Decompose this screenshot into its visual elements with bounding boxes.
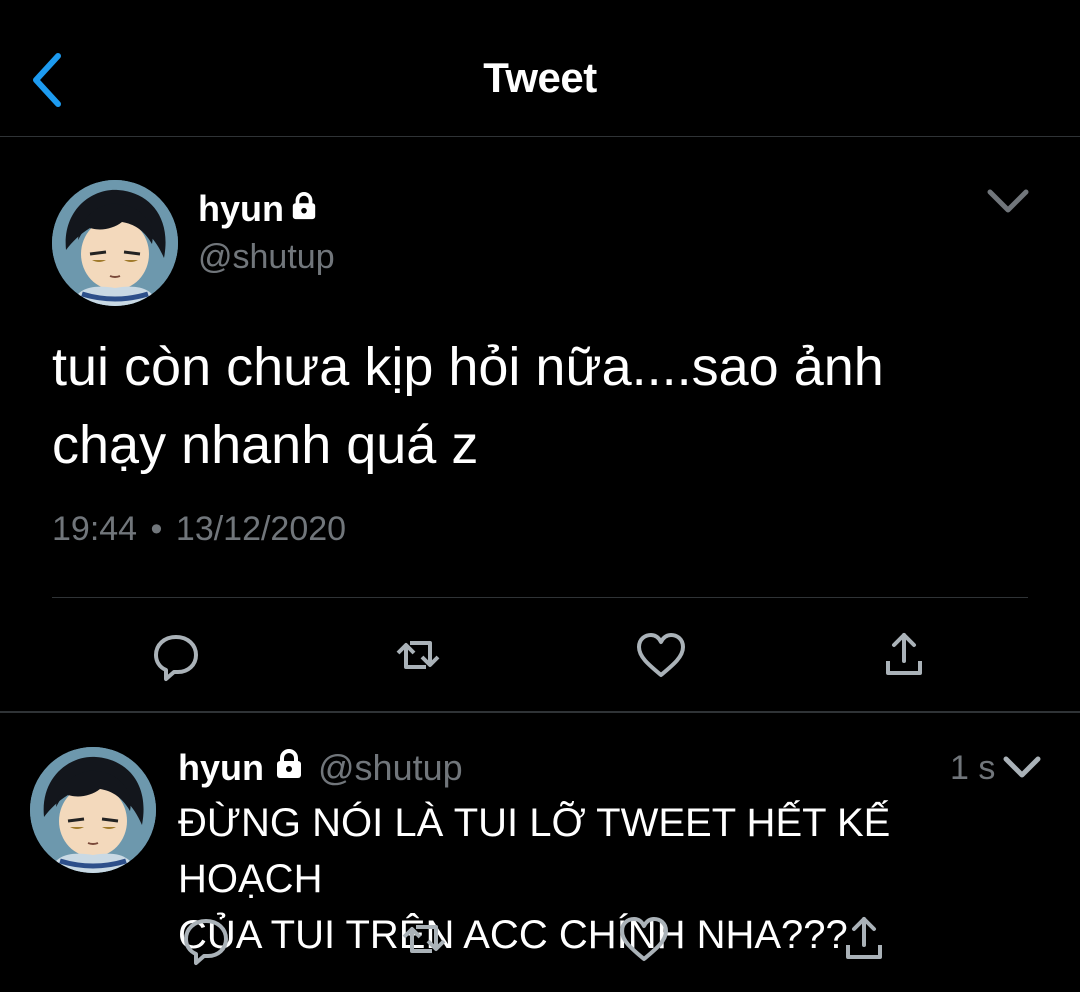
tweet-text-line: chạy nhanh quá z [52, 415, 479, 475]
tweet-text: tui còn chưa kịp hỏi nữa....sao ảnh chạy… [52, 328, 1012, 484]
tweet-timestamp[interactable]: 19:44 • 13/12/2020 [52, 510, 346, 549]
tweet-text-line: ĐỪNG NÓI LÀ TUI LỠ TWEET HẾT KẾ HOẠCH [178, 801, 891, 901]
share-button[interactable] [834, 909, 894, 969]
main-tweet: hyun @shutup tui còn chưa kịp hỏi nữa...… [0, 138, 1080, 711]
retweet-icon [402, 925, 446, 953]
tweet-date: 13/12/2020 [175, 510, 347, 548]
tweet-actions [0, 625, 1080, 685]
display-name-text: hyun [198, 188, 284, 229]
chevron-down-icon [1003, 756, 1041, 778]
retweet-button[interactable] [394, 909, 454, 969]
reply-header: hyun @shutup [178, 747, 463, 789]
like-button[interactable] [614, 909, 674, 969]
handle[interactable]: @shutup [318, 747, 463, 789]
tweet-time: 19:44 [52, 510, 138, 548]
like-icon [637, 633, 685, 677]
like-button[interactable] [631, 625, 691, 685]
share-icon [886, 633, 922, 675]
display-name[interactable]: hyun [178, 747, 264, 789]
reply-button[interactable] [146, 625, 206, 685]
chevron-down-icon [987, 189, 1029, 213]
like-icon [620, 917, 668, 961]
tweet-menu-button[interactable] [984, 182, 1032, 222]
tweet-time[interactable]: 1 s [950, 749, 995, 788]
handle[interactable]: @shutup [198, 238, 335, 277]
top-bar: Tweet [0, 0, 1080, 137]
tweet-text-line: tui còn chưa kịp hỏi nữa....sao ảnh [52, 337, 884, 397]
retweet-button[interactable] [388, 625, 448, 685]
tweet-actions [0, 909, 1080, 969]
share-icon [846, 917, 882, 959]
lock-icon [274, 747, 304, 789]
retweet-icon [396, 641, 440, 669]
share-button[interactable] [874, 625, 934, 685]
display-name[interactable]: hyun [198, 188, 318, 230]
divider [52, 597, 1028, 598]
reply-button[interactable] [176, 909, 236, 969]
avatar[interactable] [30, 747, 156, 873]
lock-icon [290, 188, 318, 230]
reply-icon [154, 635, 198, 681]
avatar-image [30, 747, 156, 873]
reply-icon [184, 919, 228, 965]
meta-separator: • [150, 510, 163, 548]
avatar-image [52, 180, 178, 306]
page-title: Tweet [483, 54, 597, 101]
reply-tweet[interactable]: hyun @shutup 1 s ĐỪNG NÓI LÀ TUI LỠ TWEE… [0, 713, 1080, 992]
avatar[interactable] [52, 180, 178, 306]
tweet-menu-button[interactable] [1000, 749, 1044, 785]
